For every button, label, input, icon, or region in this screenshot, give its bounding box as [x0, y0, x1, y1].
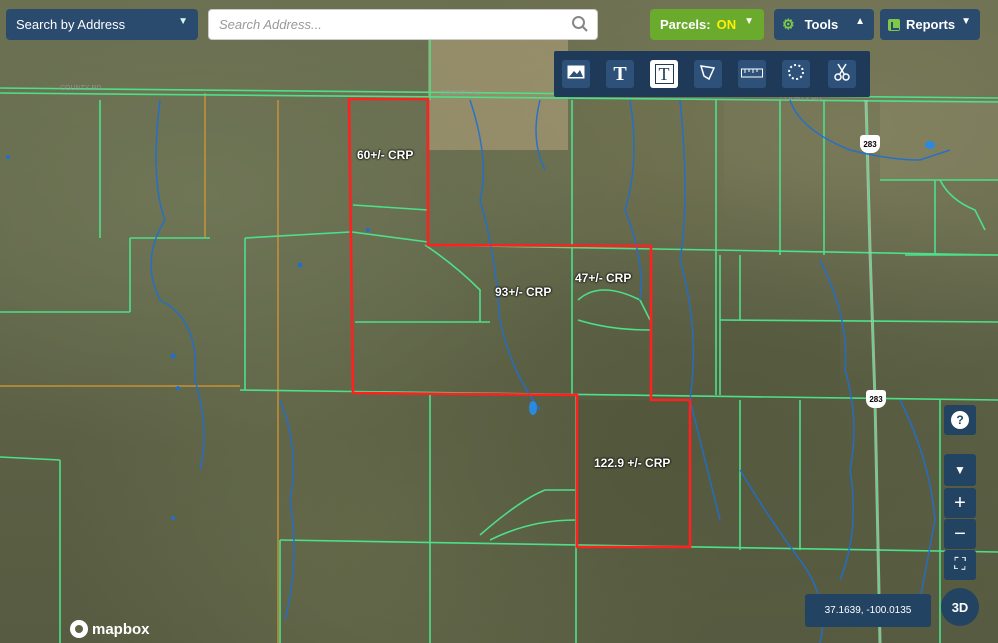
- minus-icon: −: [954, 522, 966, 545]
- zoom-in-button[interactable]: +: [944, 488, 976, 518]
- help-button[interactable]: ?: [944, 405, 976, 435]
- search-input[interactable]: [219, 17, 559, 32]
- road-label: COUNTY RD: [60, 85, 102, 92]
- parcel-label-47-crp: 47+/- CRP: [575, 271, 632, 285]
- text-icon: T: [613, 62, 627, 85]
- gear-icon: ⚙: [782, 16, 795, 32]
- parcels-state: ON: [716, 17, 737, 32]
- search-box[interactable]: [208, 9, 598, 40]
- parcel-label-60-crp: 60+/- CRP: [357, 148, 414, 162]
- image-icon: [567, 65, 585, 84]
- road-label: COUNTY RD: [440, 90, 482, 97]
- fullscreen-button[interactable]: ⛶: [944, 550, 976, 580]
- measure-tool-button[interactable]: [738, 60, 766, 88]
- compass-icon: ▼: [954, 463, 966, 477]
- reports-label: Reports: [906, 17, 956, 32]
- image-tool-button[interactable]: [562, 60, 590, 88]
- mapbox-wordmark: mapbox: [92, 620, 150, 638]
- ruler-icon: [741, 65, 763, 83]
- chevron-up-icon: ▲: [855, 16, 865, 27]
- cut-tool-button[interactable]: [828, 60, 856, 88]
- reports-button[interactable]: Reports ▼: [880, 9, 980, 40]
- search-icon[interactable]: [571, 15, 589, 38]
- coordinates-display: 37.1639, -100.0135: [805, 594, 931, 627]
- text-box-tool-button[interactable]: T: [650, 60, 678, 88]
- 3d-toggle-button[interactable]: 3D: [941, 588, 979, 626]
- chevron-down-icon: ▼: [178, 16, 188, 27]
- highway-shield: 283: [860, 135, 880, 153]
- chevron-down-icon: ▼: [961, 16, 971, 27]
- fullscreen-icon: ⛶: [954, 556, 966, 573]
- text-box-icon: T: [654, 64, 674, 84]
- parcel-label-122-crp: 122.9 +/- CRP: [594, 456, 671, 470]
- help-icon: ?: [951, 411, 969, 429]
- compass-button[interactable]: ▼: [944, 454, 976, 486]
- polygon-tool-button[interactable]: [694, 60, 722, 88]
- plus-icon: +: [954, 491, 966, 514]
- scissors-icon: [833, 63, 851, 86]
- polygon-icon: [699, 63, 717, 86]
- zoom-out-button[interactable]: −: [944, 519, 976, 549]
- circle-tool-button[interactable]: [782, 60, 810, 88]
- tools-toolbar: T T: [554, 51, 870, 97]
- tools-label: Tools: [804, 17, 839, 32]
- mapbox-attribution[interactable]: mapbox: [70, 620, 150, 638]
- parcels-label: Parcels:: [660, 17, 711, 32]
- text-tool-button[interactable]: T: [606, 60, 634, 88]
- highway-shield: 283: [866, 390, 886, 408]
- parcels-toggle-button[interactable]: Parcels: ON ▼: [650, 9, 764, 40]
- chevron-down-icon: ▼: [744, 16, 754, 27]
- report-icon: [888, 18, 900, 31]
- circle-dotted-icon: [787, 63, 805, 86]
- tools-button[interactable]: ⚙ Tools ▲: [774, 9, 874, 40]
- parcel-label-93-crp: 93+/- CRP: [495, 285, 552, 299]
- road-label: COUNTY RD: [780, 96, 822, 103]
- search-mode-label: Search by Address: [16, 17, 126, 32]
- mapbox-logo-icon: [70, 620, 88, 638]
- search-mode-dropdown[interactable]: Search by Address ▼: [6, 9, 198, 40]
